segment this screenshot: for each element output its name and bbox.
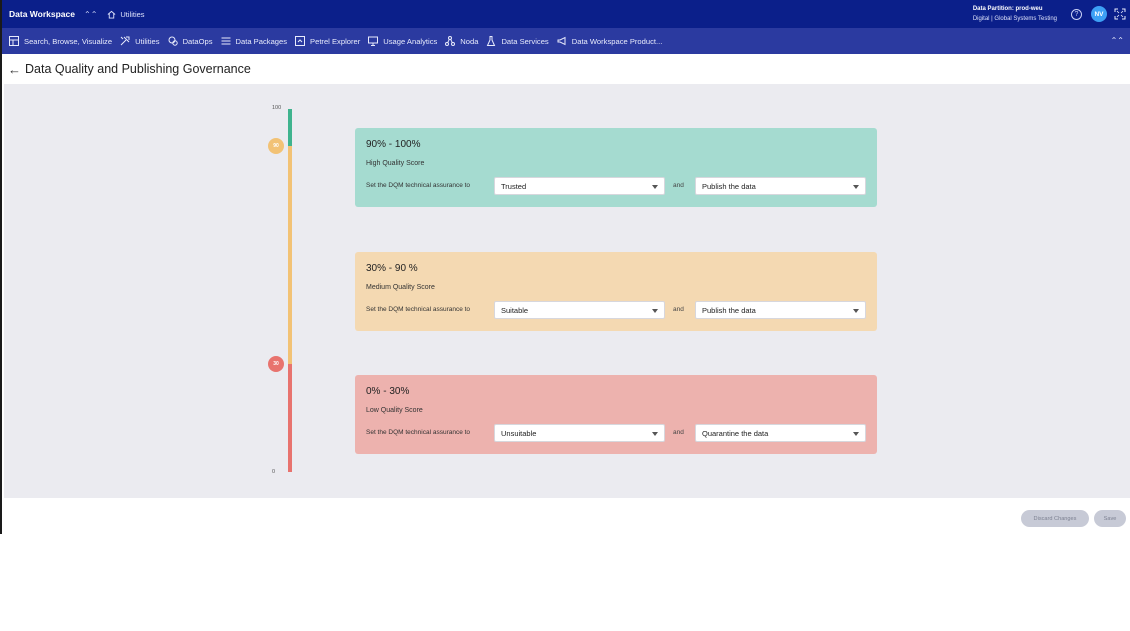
scale-track-high [288,109,292,146]
explorer-icon [295,36,306,46]
nav-item-petrel-explorer[interactable]: Petrel Explorer [295,36,360,46]
assurance-value: Suitable [501,306,529,315]
nav-item-label: Noda [460,36,479,46]
help-icon[interactable]: ? [1071,8,1082,20]
tools-icon [120,36,130,46]
nav-item-utilities[interactable]: Utilities [120,36,160,46]
tier-card-high: 90% - 100% High Quality Score Set the DQ… [355,128,877,207]
fullscreen-icon[interactable] [1114,8,1126,20]
tier-range: 30% - 90 % [366,263,418,274]
action-value: Publish the data [702,306,756,315]
threshold-handle-high[interactable]: 90 [268,138,284,154]
assurance-select[interactable]: Trusted [494,177,665,195]
app-window: Data Workspace ⌃⌃ Utilities Data Partiti… [0,0,1130,534]
nav-item-label: Data Services [501,36,549,46]
footer-actions: Discard Changes Save [4,498,1130,534]
nav-item-label: Usage Analytics [383,36,438,46]
partition-scope: Digital | Global Systems Testing [972,16,1057,22]
nav-bar: Search, Browse, Visualize Utilities Data… [2,28,1130,54]
avatar[interactable]: NV [1091,6,1107,22]
partition-info[interactable]: Data Partition: prod-weu Digital | Globa… [973,4,1057,24]
assurance-prefix: Set the DQM technical assurance to [366,306,471,313]
nav-item-label: Data Workspace Product... [571,36,663,46]
breadcrumb-label: Utilities [120,9,145,19]
nav-item-dataops[interactable]: DataOps [168,36,213,46]
chevron-down-icon [652,185,658,189]
scale-track-medium [288,146,292,364]
tier-range: 90% - 100% [366,139,421,150]
monitor-icon [368,36,379,46]
assurance-select[interactable]: Unsuitable [494,424,665,442]
nav-item-label: Search, Browse, Visualize [24,36,113,46]
nav-item-search-browse-visualize[interactable]: Search, Browse, Visualize [9,36,112,46]
collapse-nav-icon[interactable]: ⌃⌃ [1111,36,1124,45]
chevron-up-icon[interactable]: ⌃⌃ [84,10,97,19]
conjunction-label: and [673,429,684,436]
breadcrumb[interactable]: Utilities [107,9,145,19]
home-icon [107,10,116,19]
scale-bottom-label: 0 [272,469,276,475]
chevron-down-icon [652,432,658,436]
tier-label: High Quality Score [366,160,425,167]
nav-item-data-packages[interactable]: Data Packages [221,36,288,46]
scale-top-label: 100 [272,105,282,111]
tier-label: Medium Quality Score [366,284,435,291]
action-select[interactable]: Publish the data [695,301,866,319]
assurance-value: Unsuitable [501,429,537,438]
action-value: Publish the data [702,182,756,191]
assurance-prefix: Set the DQM technical assurance to [366,429,471,436]
conjunction-label: and [673,182,684,189]
discard-changes-button[interactable]: Discard Changes [1021,510,1089,527]
top-bar: Data Workspace ⌃⌃ Utilities Data Partiti… [2,0,1130,28]
governance-panel: 100 0 90 30 90% - 100% High Quality Scor… [4,84,1130,498]
action-select[interactable]: Publish the data [695,177,866,195]
tier-card-medium: 30% - 90 % Medium Quality Score Set the … [355,252,877,331]
save-button[interactable]: Save [1094,510,1126,527]
page-header: ← Data Quality and Publishing Governance [4,54,1130,84]
nav-item-label: Utilities [135,36,160,46]
scale-track-low [288,364,292,472]
tier-card-low: 0% - 30% Low Quality Score Set the DQM t… [355,375,877,454]
action-value: Quarantine the data [702,429,769,438]
action-select[interactable]: Quarantine the data [695,424,866,442]
nav-item-noda[interactable]: Noda [445,36,478,46]
nav-item-data-services[interactable]: Data Services [486,36,549,46]
nodes-icon [445,36,456,46]
page-title: Data Quality and Publishing Governance [25,62,251,76]
tier-range: 0% - 30% [366,386,410,397]
chevron-down-icon [652,309,658,313]
nav-item-usage-analytics[interactable]: Usage Analytics [368,36,437,46]
chevron-down-icon [853,185,859,189]
threshold-handle-low[interactable]: 30 [268,356,284,372]
assurance-select[interactable]: Suitable [494,301,665,319]
nav-item-label: Data Packages [235,36,288,46]
assurance-prefix: Set the DQM technical assurance to [366,182,471,189]
chevron-down-icon [853,432,859,436]
list-icon [221,37,231,45]
back-arrow-icon[interactable]: ← [8,62,21,77]
tier-label: Low Quality Score [366,407,423,414]
assurance-value: Trusted [501,182,527,191]
nav-item-label: Petrel Explorer [310,36,361,46]
dataops-icon [168,36,178,46]
conjunction-label: and [673,306,684,313]
partition-name: Data Partition: prod-weu [972,6,1043,12]
chevron-down-icon [853,309,859,313]
flask-icon [487,36,496,46]
app-title[interactable]: Data Workspace [9,9,75,19]
nav-item-data-workspace-product[interactable]: Data Workspace Product... [557,36,663,46]
megaphone-icon [557,36,566,46]
nav-item-label: DataOps [182,36,213,46]
grid-icon [9,36,19,46]
